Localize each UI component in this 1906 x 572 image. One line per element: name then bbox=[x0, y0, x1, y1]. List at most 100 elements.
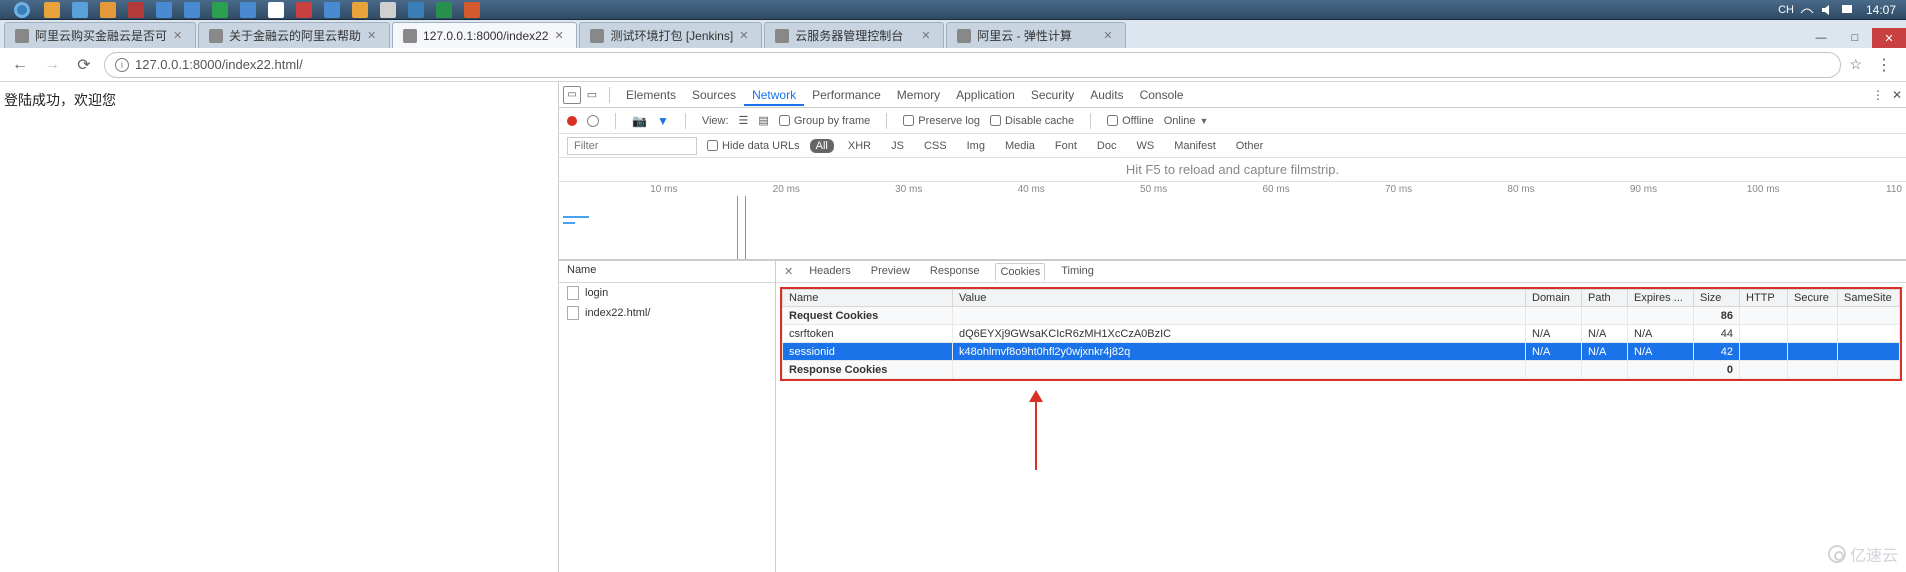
taskbar-app[interactable] bbox=[212, 2, 228, 18]
tab-close-icon[interactable]: ✕ bbox=[1103, 29, 1115, 42]
taskbar-app[interactable] bbox=[268, 2, 284, 18]
browser-tab[interactable]: 云服务器管理控制台✕ bbox=[764, 22, 944, 48]
taskbar-app[interactable] bbox=[296, 2, 312, 18]
taskbar-app[interactable] bbox=[352, 2, 368, 18]
taskbar-app[interactable] bbox=[156, 2, 172, 18]
browser-tab[interactable]: 阿里云购买金融云是否可✕ bbox=[4, 22, 196, 48]
clear-icon[interactable] bbox=[587, 115, 599, 127]
cookie-col-header[interactable]: Secure bbox=[1788, 290, 1838, 307]
site-info-icon[interactable]: i bbox=[115, 58, 129, 72]
filter-type-all[interactable]: All bbox=[810, 139, 834, 153]
inspect-icon[interactable]: ▭ bbox=[563, 86, 581, 104]
filter-type-media[interactable]: Media bbox=[999, 139, 1041, 153]
filter-type-manifest[interactable]: Manifest bbox=[1168, 139, 1222, 153]
cookie-row[interactable]: csrftokendQ6EYXj9GWsaKCIcR6zMH1XcCzA0BzI… bbox=[783, 325, 1900, 343]
filter-type-doc[interactable]: Doc bbox=[1091, 139, 1123, 153]
offline-checkbox[interactable]: Offline bbox=[1107, 115, 1154, 127]
devtools-tab-audits[interactable]: Audits bbox=[1082, 84, 1131, 106]
hide-data-urls-checkbox[interactable]: Hide data URLs bbox=[707, 140, 800, 152]
taskbar-app[interactable] bbox=[380, 2, 396, 18]
filter-input[interactable] bbox=[567, 137, 697, 155]
cookie-col-header[interactable]: Expires ... bbox=[1628, 290, 1694, 307]
detail-tab-cookies[interactable]: Cookies bbox=[995, 263, 1045, 281]
cookie-col-header[interactable]: Name bbox=[783, 290, 953, 307]
tab-close-icon[interactable]: ✕ bbox=[173, 29, 185, 42]
back-button[interactable]: ← bbox=[8, 53, 32, 77]
browser-tab[interactable]: 127.0.0.1:8000/index22✕ bbox=[392, 22, 577, 48]
devtools-tab-sources[interactable]: Sources bbox=[684, 84, 744, 106]
detail-tab-response[interactable]: Response bbox=[926, 263, 984, 281]
start-button[interactable] bbox=[4, 1, 40, 19]
group-by-frame-checkbox[interactable]: Group by frame bbox=[779, 115, 870, 127]
filter-type-font[interactable]: Font bbox=[1049, 139, 1083, 153]
tab-close-icon[interactable]: ✕ bbox=[739, 29, 751, 42]
devtools-tab-security[interactable]: Security bbox=[1023, 84, 1082, 106]
taskbar-app[interactable] bbox=[436, 2, 452, 18]
devtools-tab-memory[interactable]: Memory bbox=[889, 84, 948, 106]
reload-button[interactable]: ⟳ bbox=[72, 53, 96, 77]
devtools-tab-console[interactable]: Console bbox=[1132, 84, 1192, 106]
cookie-col-header[interactable]: HTTP bbox=[1740, 290, 1788, 307]
clock[interactable]: 14:07 bbox=[1860, 3, 1902, 17]
view-waterfall-icon[interactable]: ▤ bbox=[758, 114, 768, 127]
filter-toggle-icon[interactable]: ▼ bbox=[657, 114, 669, 128]
filter-type-ws[interactable]: WS bbox=[1130, 139, 1160, 153]
address-bar[interactable]: i 127.0.0.1:8000/index22.html/ bbox=[104, 52, 1841, 78]
taskbar-app[interactable] bbox=[408, 2, 424, 18]
filter-type-xhr[interactable]: XHR bbox=[842, 139, 877, 153]
window-minimize[interactable]: ― bbox=[1804, 28, 1838, 48]
throttling-select[interactable]: Online▼ bbox=[1164, 115, 1209, 127]
taskbar-app[interactable] bbox=[184, 2, 200, 18]
browser-tab[interactable]: 测试环境打包 [Jenkins]✕ bbox=[579, 22, 762, 48]
filter-type-other[interactable]: Other bbox=[1230, 139, 1270, 153]
flag-icon[interactable] bbox=[1840, 3, 1854, 17]
wifi-icon[interactable] bbox=[1800, 3, 1814, 17]
tab-close-icon[interactable]: ✕ bbox=[367, 29, 379, 42]
preserve-log-checkbox[interactable]: Preserve log bbox=[903, 115, 980, 127]
window-close[interactable]: ✕ bbox=[1872, 28, 1906, 48]
browser-menu-icon[interactable]: ⋮ bbox=[1870, 55, 1898, 75]
cookie-col-header[interactable]: Path bbox=[1582, 290, 1628, 307]
tab-close-icon[interactable]: ✕ bbox=[554, 29, 566, 42]
filter-type-img[interactable]: Img bbox=[961, 139, 991, 153]
detail-tab-timing[interactable]: Timing bbox=[1057, 263, 1098, 281]
browser-tab[interactable]: 关于金融云的阿里云帮助✕ bbox=[198, 22, 390, 48]
filter-type-js[interactable]: JS bbox=[885, 139, 910, 153]
taskbar-app[interactable] bbox=[464, 2, 480, 18]
cookie-row[interactable]: sessionidk48ohlmvf8o9ht0hfl2y0wjxnkr4j82… bbox=[783, 343, 1900, 361]
cookie-col-header[interactable]: Value bbox=[953, 290, 1526, 307]
tab-close-icon[interactable]: ✕ bbox=[921, 29, 933, 42]
network-timeline[interactable]: 10 ms20 ms30 ms40 ms50 ms60 ms70 ms80 ms… bbox=[559, 182, 1906, 260]
sound-icon[interactable] bbox=[1820, 3, 1834, 17]
taskbar-app[interactable] bbox=[128, 2, 144, 18]
filter-type-css[interactable]: CSS bbox=[918, 139, 953, 153]
request-row[interactable]: login bbox=[559, 283, 775, 303]
devtools-tab-network[interactable]: Network bbox=[744, 84, 804, 106]
devtools-tab-application[interactable]: Application bbox=[948, 84, 1023, 106]
devtools-settings-icon[interactable]: ⋮ bbox=[1872, 88, 1884, 102]
forward-button[interactable]: → bbox=[40, 53, 64, 77]
taskbar-app[interactable] bbox=[72, 2, 88, 18]
taskbar-app[interactable] bbox=[44, 2, 60, 18]
request-row[interactable]: index22.html/ bbox=[559, 303, 775, 323]
record-button[interactable] bbox=[567, 116, 577, 126]
devtools-close-icon[interactable]: ✕ bbox=[1892, 88, 1902, 102]
cookie-col-header[interactable]: Size bbox=[1694, 290, 1740, 307]
cookie-col-header[interactable]: SameSite bbox=[1838, 290, 1900, 307]
taskbar-app[interactable] bbox=[100, 2, 116, 18]
detail-tab-headers[interactable]: Headers bbox=[805, 263, 855, 281]
bookmark-star-icon[interactable]: ☆ bbox=[1849, 56, 1862, 73]
browser-tab[interactable]: 阿里云 - 弹性计算✕ bbox=[946, 22, 1126, 48]
window-maximize[interactable]: □ bbox=[1838, 28, 1872, 48]
taskbar-app[interactable] bbox=[324, 2, 340, 18]
devtools-tab-elements[interactable]: Elements bbox=[618, 84, 684, 106]
close-detail-icon[interactable]: ✕ bbox=[784, 265, 793, 278]
devtools-tab-performance[interactable]: Performance bbox=[804, 84, 889, 106]
ime-indicator[interactable]: CH bbox=[1778, 4, 1794, 16]
screenshot-icon[interactable]: 📷 bbox=[632, 114, 647, 128]
view-large-icon[interactable]: ☰ bbox=[739, 114, 749, 127]
disable-cache-checkbox[interactable]: Disable cache bbox=[990, 115, 1074, 127]
taskbar-app[interactable] bbox=[240, 2, 256, 18]
cookie-col-header[interactable]: Domain bbox=[1526, 290, 1582, 307]
device-toggle-icon[interactable]: ▭ bbox=[583, 86, 601, 104]
